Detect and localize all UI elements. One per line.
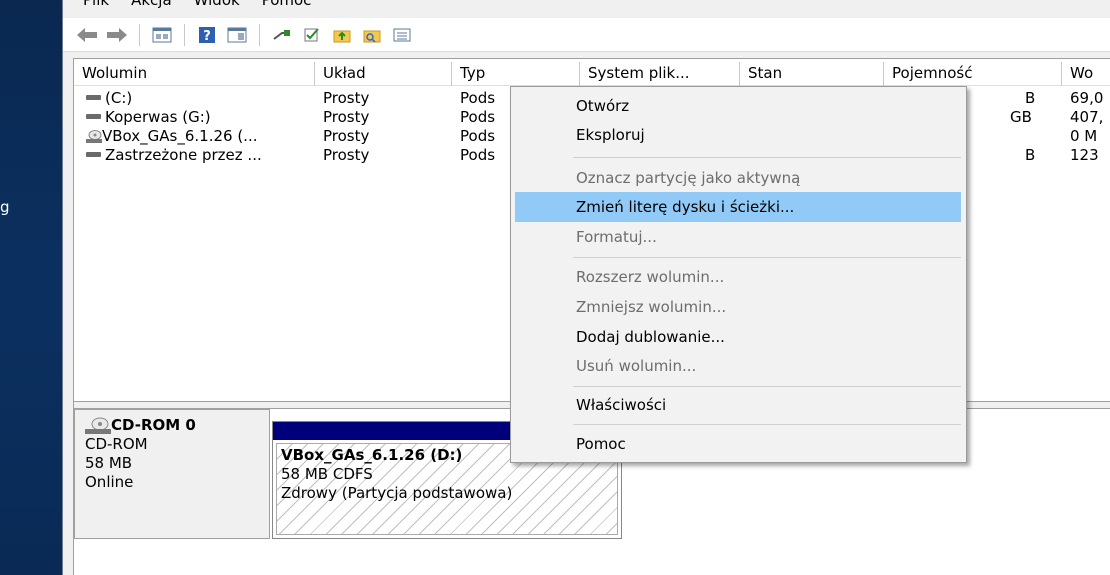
show-hide-console-tree-icon[interactable]	[150, 24, 174, 46]
menu-item-shrink-volume[interactable]: Zmniejsz wolumin...	[515, 292, 961, 322]
drive-icon	[86, 152, 101, 157]
toolbar-separator	[259, 23, 260, 46]
volume-layout: Prosty	[323, 108, 370, 126]
search-folder-icon[interactable]	[360, 24, 384, 46]
volume-layout: Prosty	[323, 127, 370, 145]
help-icon[interactable]: ?	[195, 24, 219, 46]
toolbar-separator	[139, 23, 140, 46]
column-free-space[interactable]: Wo	[1062, 62, 1110, 86]
volume-layout: Prosty	[323, 146, 370, 164]
volume-list-header: Wolumin Układ Typ System plik... Stan Po…	[74, 62, 1110, 86]
menu-item-extend-volume[interactable]: Rozszerz wolumin...	[515, 262, 961, 292]
volume-name: Koperwas (G:)	[105, 108, 211, 126]
menu-item-delete-volume[interactable]: Usuń wolumin...	[515, 351, 961, 381]
volume-free: 123	[1070, 146, 1099, 164]
connect-icon[interactable]	[270, 24, 294, 46]
menu-item-add-mirror[interactable]: Dodaj dublowanie...	[515, 322, 961, 352]
drive-icon	[86, 95, 101, 100]
cd-drive-icon	[85, 417, 111, 434]
menu-file[interactable]: Plik	[83, 0, 109, 9]
menu-bar: Plik Akcja Widok Pomoc	[63, 0, 1110, 9]
menu-item-mark-active[interactable]: Oznacz partycję jako aktywną	[515, 163, 961, 193]
partition-filesystem: 58 MB CDFS	[281, 465, 373, 483]
disk-size: 58 MB	[85, 454, 133, 472]
menu-item-help[interactable]: Pomoc	[515, 429, 961, 459]
column-type[interactable]: Typ	[452, 62, 580, 86]
volume-name: (C:)	[105, 89, 133, 107]
menu-view[interactable]: Widok	[194, 0, 240, 9]
menu-item-properties[interactable]: Właściwości	[515, 390, 961, 420]
desktop-icon-label[interactable]: g	[0, 198, 10, 216]
up-folder-icon[interactable]	[330, 24, 354, 46]
menu-separator	[573, 157, 961, 158]
properties-icon[interactable]	[225, 24, 249, 46]
context-menu: Otwórz Eksploruj Oznacz partycję jako ak…	[510, 86, 967, 463]
view-list-icon[interactable]	[390, 24, 414, 46]
menu-item-explore[interactable]: Eksploruj	[515, 120, 961, 150]
back-arrow-icon[interactable]	[75, 24, 99, 46]
menu-separator	[573, 386, 961, 387]
column-capacity[interactable]: Pojemność	[884, 62, 1062, 86]
menu-separator	[573, 424, 961, 425]
column-filesystem[interactable]: System plik...	[580, 62, 740, 86]
disk-name: CD-ROM 0	[111, 416, 196, 434]
volume-name: VBox_GAs_6.1.26 (...	[102, 127, 258, 145]
partition-health: Zdrowy (Partycja podstawowa)	[281, 484, 513, 502]
menu-item-open[interactable]: Otwórz	[515, 91, 961, 121]
volume-free: 69,0	[1070, 89, 1104, 107]
svg-text:?: ?	[203, 29, 211, 44]
volume-layout: Prosty	[323, 89, 370, 107]
disk-info-panel[interactable]: CD-ROM 0 CD-ROM 58 MB Online	[74, 409, 270, 539]
forward-arrow-icon[interactable]	[105, 24, 129, 46]
menu-item-change-drive-letter[interactable]: Zmień literę dysku i ścieżki...	[515, 192, 961, 222]
menu-help[interactable]: Pomoc	[262, 0, 312, 9]
menu-separator	[573, 257, 961, 258]
disk-kind: CD-ROM	[85, 435, 148, 453]
column-volume[interactable]: Wolumin	[74, 62, 315, 86]
toolbar-separator	[184, 23, 185, 46]
volume-free: 0 M	[1070, 127, 1098, 145]
volume-free: 407,	[1070, 108, 1104, 126]
check-icon[interactable]	[300, 24, 324, 46]
toolbar: ?	[63, 18, 1110, 52]
drive-icon	[86, 114, 101, 119]
column-status[interactable]: Stan	[740, 62, 884, 86]
menu-item-format[interactable]: Formatuj...	[515, 222, 961, 252]
desktop-background: g	[0, 0, 62, 575]
volume-name: Zastrzeżone przez ...	[105, 146, 262, 164]
disk-status: Online	[85, 473, 134, 491]
cd-drive-icon	[86, 130, 102, 143]
menu-action[interactable]: Akcja	[131, 0, 172, 9]
column-layout[interactable]: Układ	[315, 62, 452, 86]
